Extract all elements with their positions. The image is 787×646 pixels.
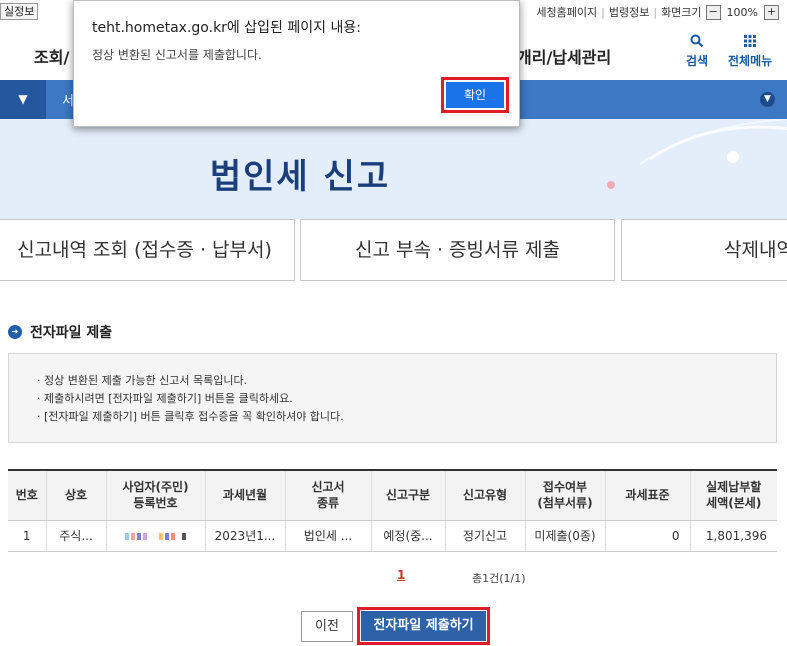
dialog-ok-highlight: 확인: [441, 77, 509, 113]
page-title: 법인세 신고: [209, 157, 391, 197]
masked-reg-no: [125, 532, 186, 540]
dialog-ok-button[interactable]: 확인: [446, 82, 504, 108]
col-header-tax-amount: 실제납부할 세액(본세): [689, 469, 777, 521]
arrow-bullet-icon: ➜: [8, 325, 22, 339]
tab-deletion-history[interactable]: 삭제내역: [621, 219, 787, 281]
submit-highlight: 전자파일 제출하기: [357, 607, 490, 645]
cell-form-type: 법인세 ...: [284, 520, 371, 552]
cell-company: 주식...: [45, 520, 106, 552]
util-screen-size-label: 화면크기: [661, 6, 702, 19]
info-line: · 제출하시려면 [전자파일 제출하기] 버튼을 클릭하세요.: [37, 392, 293, 405]
banner-dot: [727, 151, 739, 163]
top-menu-tax-management[interactable]: 개리/납세관리: [517, 44, 611, 68]
section-heading: ➜ 전자파일 제출: [8, 322, 112, 342]
col-header-no: 번호: [8, 469, 46, 521]
zoom-level: 100%: [726, 5, 758, 19]
all-menu-button[interactable]: 전체메뉴: [728, 34, 772, 69]
page-number-link[interactable]: 1: [397, 568, 405, 582]
submit-file-button[interactable]: 전자파일 제출하기: [361, 611, 486, 641]
zoom-in-button[interactable]: +: [764, 4, 779, 20]
cell-filing-type: 정기신고: [444, 520, 525, 552]
page-total: 총1건(1/1): [472, 572, 526, 585]
grid-menu-icon: [728, 34, 772, 52]
col-header-receipt-status: 접수여부 (첨부서류): [524, 469, 605, 521]
cell-receipt-status: 미제출(0종): [524, 520, 605, 552]
alert-dialog: teht.hometax.go.kr에 삽입된 페이지 내용: 정상 변환된 신…: [73, 0, 520, 127]
col-header-tax-base: 과세표준: [604, 469, 690, 521]
col-header-tax-period: 과세년월: [204, 469, 285, 521]
tab-attachment-submit[interactable]: 신고 부속 · 증빙서류 제출: [300, 219, 615, 281]
cell-no: 1: [8, 520, 46, 552]
caret-down-icon: ▼: [18, 92, 28, 106]
cell-tax-amount: 1,801,396: [689, 520, 777, 552]
search-button[interactable]: 검색: [686, 34, 708, 69]
tab-filing-history[interactable]: 신고내역 조회 (접수증 · 납부서): [0, 219, 295, 281]
util-link-nts-home[interactable]: 세청홈페이지: [536, 4, 597, 20]
col-header-reg-no: 사업자(주민) 등록번호: [105, 469, 205, 521]
page-banner: 법인세 신고: [0, 119, 787, 219]
return-list-table: 번호 상호 사업자(주민) 등록번호 과세년월 신고서 종류 신고구분 신고유형…: [8, 469, 777, 552]
top-menu-inquiry[interactable]: 조회/: [34, 44, 69, 68]
util-separator: |: [653, 5, 658, 19]
table-header-row: 번호 상호 사업자(주민) 등록번호 과세년월 신고서 종류 신고구분 신고유형…: [8, 469, 777, 521]
prev-button[interactable]: 이전: [301, 611, 353, 642]
col-header-form-type: 신고서 종류: [284, 469, 371, 521]
section-title: 전자파일 제출: [30, 325, 113, 341]
info-line: · 정상 변환된 제출 가능한 신고서 목록입니다.: [37, 374, 248, 387]
info-box: · 정상 변환된 제출 가능한 신고서 목록입니다. · 제출하시려면 [전자파…: [8, 353, 777, 443]
col-header-filing-category: 신고구분: [370, 469, 445, 521]
col-header-filing-type: 신고유형: [444, 469, 525, 521]
info-line: · [전자파일 제출하기] 버튼 클릭후 접수증을 꼭 확인하셔야 합니다.: [37, 410, 344, 423]
table-row[interactable]: 1 주식... 2023년1... 법인세 ... 예정(중... 정기신고 미…: [8, 520, 777, 552]
banner-decoration: [640, 119, 787, 165]
cell-filing-category: 예정(중...: [370, 520, 445, 552]
util-separator: |: [601, 5, 605, 19]
all-menu-label: 전체메뉴: [728, 54, 773, 68]
search-label: 검색: [686, 54, 709, 68]
search-icon: [686, 34, 708, 52]
nav-dropdown-button[interactable]: ▼: [0, 80, 46, 119]
zoom-out-button[interactable]: −: [705, 4, 721, 20]
cell-tax-base: 0: [604, 520, 690, 552]
dialog-message: 정상 변환된 신고서를 제출합니다.: [92, 48, 262, 62]
dialog-title: teht.hometax.go.kr에 삽입된 페이지 내용:: [92, 20, 361, 36]
nav-expand-button[interactable]: ▼: [760, 92, 775, 107]
chevron-down-icon: ▼: [764, 94, 771, 104]
cell-tax-period: 2023년1...: [204, 520, 285, 552]
col-header-company: 상호: [45, 469, 106, 521]
util-links: 세청홈페이지 | 법령정보 | 화면크기 − 100% +: [536, 4, 779, 20]
cell-reg-no: [105, 520, 205, 552]
util-left-link[interactable]: 실정보: [0, 3, 39, 20]
banner-dot: [607, 181, 615, 189]
util-link-law[interactable]: 법령정보: [609, 4, 649, 20]
